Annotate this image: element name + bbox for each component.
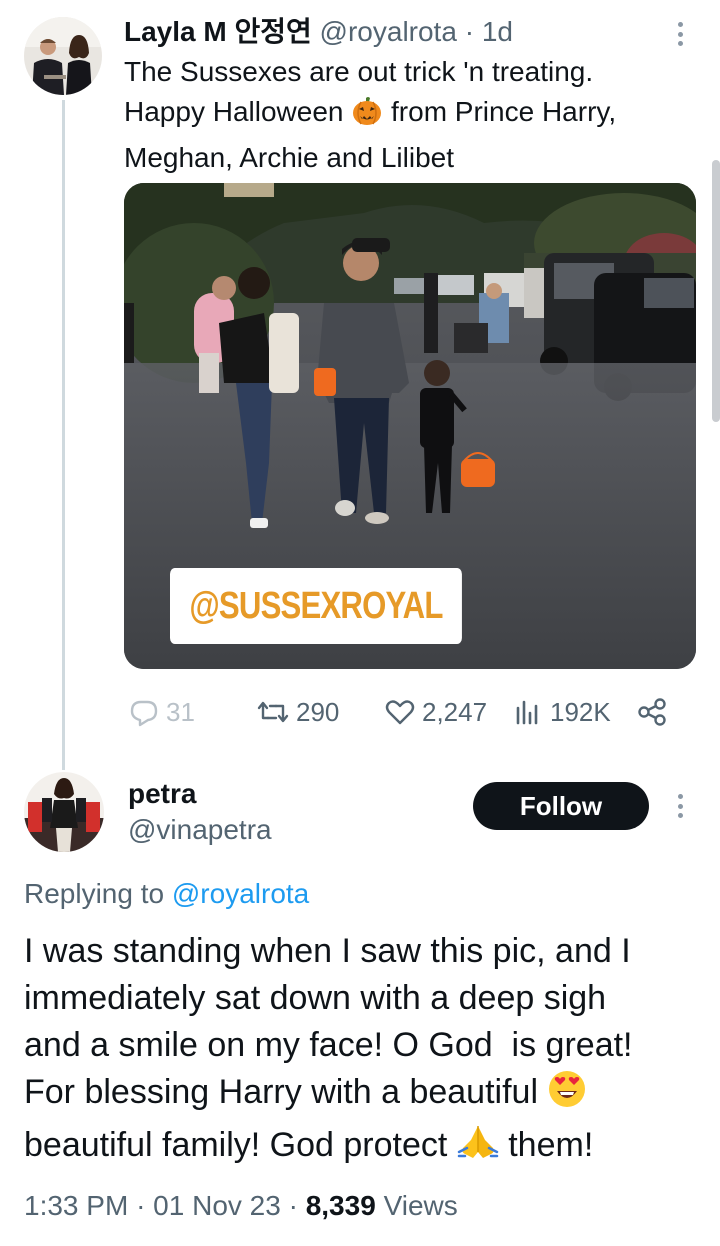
- tweet-timestamp[interactable]: 1:33 PM: [24, 1190, 128, 1221]
- retweet-button[interactable]: 290: [256, 692, 339, 732]
- reply-count: 31: [166, 696, 195, 727]
- display-name[interactable]: Layla M 안정연: [124, 16, 312, 47]
- thread-connector-line: [62, 100, 65, 770]
- tweet-text-line: For blessing Harry with a beautiful: [24, 1069, 704, 1122]
- tweet-actions-bar: 31 290 2,247 192K: [124, 692, 684, 732]
- heart-eyes-emoji-icon: [547, 1069, 587, 1122]
- like-button[interactable]: 2,247: [384, 692, 487, 732]
- tweet-header: Layla M 안정연 @royalrota · 1d: [124, 14, 664, 50]
- heart-icon: [385, 700, 415, 725]
- like-count: 2,247: [422, 696, 488, 727]
- tweet-text-line: and a smile on my face! O God is great!: [24, 1026, 633, 1064]
- tweet-time[interactable]: 1d: [482, 16, 513, 47]
- replying-to-label: Replying to @royalrota: [24, 876, 309, 912]
- tweet-text: The Sussexes are out trick 'n treating. …: [124, 52, 694, 178]
- retweet-count: 290: [296, 696, 340, 727]
- tweet-date[interactable]: 01 Nov 23: [153, 1190, 281, 1221]
- display-name[interactable]: petra: [128, 776, 196, 812]
- user-handle[interactable]: @vinapetra: [128, 812, 272, 848]
- view-count: 8,339: [305, 1190, 376, 1221]
- tweet-text-line: immediately sat down with a deep sigh: [24, 979, 607, 1017]
- tweet-text-fragment: them!: [498, 1126, 594, 1164]
- share-icon: [638, 698, 666, 726]
- separator-dot: ·: [288, 1190, 306, 1221]
- view-count: 192K: [550, 696, 611, 727]
- avatar-image: [24, 17, 102, 95]
- tweet-text-fragment: For blessing Harry with a beautiful: [24, 1073, 548, 1111]
- tweet-photo[interactable]: @SUSSEXROYAL: [124, 183, 696, 669]
- photo-watermark: @SUSSEXROYAL: [170, 568, 462, 644]
- tweet-text-fragment: beautiful family! God protect: [24, 1126, 457, 1164]
- replying-prefix: Replying to: [24, 878, 165, 909]
- reply-icon: [130, 700, 158, 727]
- views-label: Views: [383, 1190, 458, 1221]
- share-button[interactable]: [636, 692, 674, 732]
- tweet-text-fragment: Happy Halloween: [124, 96, 352, 127]
- separator-dot: ·: [136, 1190, 154, 1221]
- tweet-text-fragment: from Prince Harry,: [383, 96, 617, 127]
- views-button[interactable]: 192K: [512, 692, 611, 732]
- user-handle[interactable]: @royalrota: [320, 16, 457, 47]
- analytics-icon: [516, 700, 538, 725]
- more-options-icon[interactable]: [674, 18, 686, 50]
- folded-hands-emoji-icon: [457, 1122, 499, 1175]
- tweet-text-line: The Sussexes are out trick 'n treating.: [124, 56, 594, 87]
- avatar-image: [24, 772, 104, 852]
- retweet-icon: [257, 701, 289, 723]
- separator-dot: ·: [464, 16, 475, 47]
- tweet-text-line: I was standing when I saw this pic, and …: [24, 932, 631, 970]
- avatar[interactable]: [24, 17, 102, 95]
- avatar[interactable]: [24, 772, 104, 852]
- pumpkin-emoji-icon: [351, 95, 383, 138]
- follow-button[interactable]: Follow: [473, 782, 649, 830]
- tweet-text-line: Meghan, Archie and Lilibet: [124, 142, 454, 173]
- tweet-metadata: 1:33 PM · 01 Nov 23 · 8,339 Views: [24, 1186, 458, 1226]
- tweet-text-line: beautiful family! God protect them!: [24, 1122, 704, 1175]
- scrollbar[interactable]: [712, 160, 720, 422]
- replying-to-handle-link[interactable]: @royalrota: [172, 878, 309, 909]
- tweet-text: I was standing when I saw this pic, and …: [24, 928, 704, 1175]
- tweet-text-line: Happy Halloween from Prince Harry,: [124, 92, 694, 138]
- more-options-icon[interactable]: [674, 790, 686, 822]
- reply-button[interactable]: 31: [128, 692, 195, 732]
